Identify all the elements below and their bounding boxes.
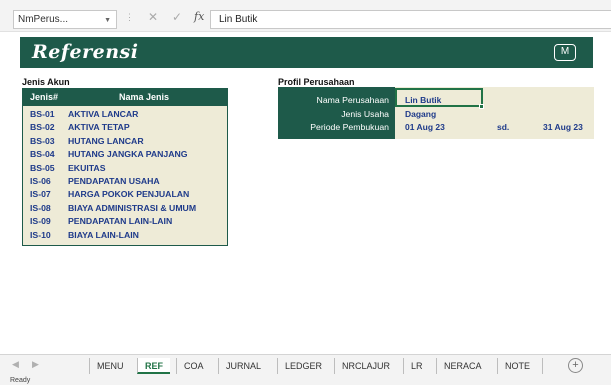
table-row[interactable]: IS-08 BIAYA ADMINISTRASI & UMUM	[23, 202, 227, 215]
menu-button[interactable]: M	[554, 44, 576, 61]
more-options-icon[interactable]: ⋮	[125, 12, 134, 23]
label-nama-perusahaan: Nama Perusahaan	[316, 95, 389, 105]
insert-function-icon[interactable]: fx	[194, 10, 204, 23]
name-box-value: NmPerus...	[18, 14, 69, 25]
tab-ledger[interactable]: LEDGER	[277, 358, 329, 374]
tab-jurnal[interactable]: JURNAL	[218, 358, 268, 374]
jenis-akun-title: Jenis Akun	[22, 77, 70, 87]
jenis-usaha-cell[interactable]: Dagang	[405, 109, 436, 119]
tab-ref[interactable]: REF	[137, 358, 170, 374]
row-code: IS-06	[30, 175, 51, 186]
periode-sep: sd.	[497, 122, 510, 132]
tab-lr[interactable]: LR	[403, 358, 430, 374]
row-code: BS-04	[30, 149, 55, 160]
tab-note[interactable]: NOTE	[497, 358, 537, 374]
selected-cell-border	[395, 88, 483, 107]
header-jenis: Jenis#	[30, 92, 59, 102]
periode-end-cell[interactable]: 31 Aug 23	[543, 122, 583, 132]
status-bar: Ready	[0, 376, 611, 385]
table-row[interactable]: BS-01 AKTIVA LANCAR	[23, 108, 227, 121]
row-code: BS-05	[30, 162, 55, 173]
scroll-right-icon[interactable]: ▶	[32, 359, 39, 370]
periode-start-cell[interactable]: 01 Aug 23	[405, 122, 445, 132]
banner-title: Referensi	[32, 41, 139, 63]
table-row[interactable]: IS-09 PENDAPATAN LAIN-LAIN	[23, 215, 227, 228]
row-name: PENDAPATAN LAIN-LAIN	[68, 216, 173, 227]
table-row[interactable]: IS-10 BIAYA LAIN-LAIN	[23, 229, 227, 242]
jenis-akun-table: Jenis# Nama Jenis BS-01 AKTIVA LANCAR BS-…	[22, 88, 228, 246]
profil-table: Nama Perusahaan Jenis Usaha Periode Pemb…	[278, 87, 594, 139]
scroll-left-icon[interactable]: ◀	[12, 359, 19, 370]
tab-nrclajur[interactable]: NRCLAJUR	[334, 358, 397, 374]
row-code: IS-07	[30, 189, 51, 200]
label-periode-pembukuan: Periode Pembukuan	[310, 122, 389, 132]
row-code: IS-09	[30, 216, 51, 227]
row-name: HARGA POKOK PENJUALAN	[68, 189, 190, 200]
table-row[interactable]: BS-02 AKTIVA TETAP	[23, 121, 227, 134]
formula-bar: NmPerus... ▼ ⋮ ✕ ✓ fx Lin Butik	[0, 0, 611, 32]
row-name: AKTIVA LANCAR	[68, 109, 139, 119]
tab-neraca[interactable]: NERACA	[436, 358, 489, 374]
tab-divider	[542, 358, 543, 374]
table-row[interactable]: BS-04 HUTANG JANGKA PANJANG	[23, 148, 227, 161]
row-name: HUTANG JANGKA PANJANG	[68, 149, 188, 160]
cancel-icon[interactable]: ✕	[148, 10, 158, 24]
table-header: Jenis# Nama Jenis	[23, 89, 227, 106]
table-row[interactable]: IS-07 HARGA POKOK PENJUALAN	[23, 188, 227, 201]
row-code: BS-01	[30, 109, 55, 119]
sheet-tab-bar: ◀ ▶ MENU REF COA JURNAL LEDGER NRCLAJUR …	[0, 354, 611, 376]
profil-title: Profil Perusahaan	[278, 77, 355, 87]
table-row[interactable]: IS-06 PENDAPATAN USAHA	[23, 175, 227, 188]
row-code: BS-02	[30, 122, 55, 133]
formula-input[interactable]: Lin Butik	[210, 10, 611, 29]
status-text: Ready	[10, 377, 31, 384]
row-name: EKUITAS	[68, 162, 106, 173]
row-name: BIAYA LAIN-LAIN	[68, 229, 139, 240]
row-name: PENDAPATAN USAHA	[68, 175, 160, 186]
worksheet[interactable]: Referensi M Jenis Akun Profil Perusahaan…	[0, 32, 611, 354]
tab-coa[interactable]: COA	[176, 358, 211, 374]
enter-icon[interactable]: ✓	[172, 10, 182, 24]
label-jenis-usaha: Jenis Usaha	[341, 109, 389, 119]
add-sheet-icon[interactable]: +	[568, 358, 583, 373]
name-box-dropdown-icon[interactable]: ▼	[104, 14, 111, 27]
row-code: IS-10	[30, 229, 51, 240]
name-box[interactable]: NmPerus... ▼	[13, 10, 117, 29]
table-row[interactable]: BS-03 HUTANG LANCAR	[23, 135, 227, 148]
header-nama-jenis: Nama Jenis	[119, 92, 170, 102]
tab-menu[interactable]: MENU	[89, 358, 131, 374]
row-name: BIAYA ADMINISTRASI & UMUM	[68, 202, 197, 213]
row-name: HUTANG LANCAR	[68, 135, 144, 146]
row-name: AKTIVA TETAP	[68, 122, 130, 133]
row-code: IS-08	[30, 202, 51, 213]
row-code: BS-03	[30, 135, 55, 146]
table-row[interactable]: BS-05 EKUITAS	[23, 162, 227, 175]
fill-handle[interactable]	[479, 104, 484, 109]
profil-labels: Nama Perusahaan Jenis Usaha Periode Pemb…	[278, 87, 395, 139]
banner: Referensi M	[20, 37, 593, 68]
